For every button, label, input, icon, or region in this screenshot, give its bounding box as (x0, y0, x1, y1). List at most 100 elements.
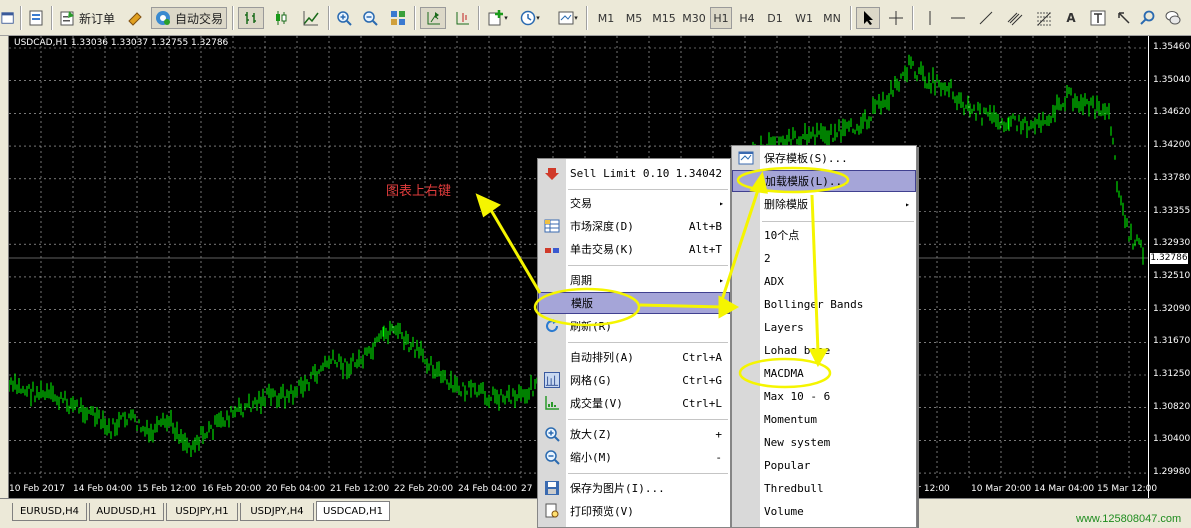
timeframe-h4[interactable]: H4 (736, 7, 758, 29)
menu-item-zoom-in[interactable]: 放大(Z) + (538, 423, 730, 445)
zoom-in-icon[interactable] (332, 7, 356, 29)
timeframe-m1[interactable]: M1 (594, 7, 618, 29)
menu-item-sell-limit[interactable]: Sell Limit 0.10 1.34042 (538, 162, 730, 184)
indicators-icon[interactable]: ▾ (484, 7, 512, 29)
submenu-item-delete-template[interactable]: 删除模版 ▸ (732, 193, 916, 215)
timeframe-m5[interactable]: M5 (622, 7, 646, 29)
cursor-icon[interactable] (856, 7, 880, 29)
menu-item-print-preview[interactable]: 打印预览(V) (538, 500, 730, 522)
watermark: www.125808047.com (1076, 513, 1182, 525)
tab-usdjpy-h1[interactable]: USDJPY,H1 (166, 503, 238, 521)
menu-item-one-click-trading[interactable]: 单击交易(K) Alt+T (538, 238, 730, 260)
window-icon[interactable] (0, 7, 16, 29)
volume-icon (545, 396, 559, 410)
text-label-icon[interactable] (1086, 7, 1110, 29)
submenu-item-template[interactable]: ADX (732, 270, 916, 292)
time-tick-label: 14 Mar 04:00 (1034, 484, 1095, 494)
equidistant-channel-icon[interactable] (1002, 7, 1028, 29)
line-chart-icon[interactable] (298, 7, 324, 29)
print-preview-icon (545, 503, 559, 518)
timeframe-d1[interactable]: D1 (764, 7, 786, 29)
chart-title: USDCAD,H1 1.33036 1.33037 1.32755 1.3278… (14, 38, 229, 48)
market-depth-icon (544, 219, 560, 233)
tile-windows-icon[interactable] (386, 7, 410, 29)
periods-clock-icon[interactable]: ▾ (516, 7, 544, 29)
auto-trade-button[interactable]: 自动交易 (151, 7, 227, 29)
zoom-in-icon (545, 427, 560, 442)
arrow-tool-icon[interactable] (1112, 7, 1136, 29)
submenu-item-save-template[interactable]: 保存模板(S)... (732, 147, 916, 169)
menu-item-zoom-out[interactable]: 缩小(M) - (538, 446, 730, 468)
chart-context-menu: Sell Limit 0.10 1.34042 交易 ▸ 市场深度(D) Alt… (537, 158, 731, 528)
auto-trade-label: 自动交易 (174, 11, 223, 26)
tab-audusd-h1[interactable]: AUDUSD,H1 (89, 503, 164, 521)
time-tick-label: 22 Feb 20:00 (394, 484, 454, 494)
menu-item-period[interactable]: 周期 ▸ (538, 269, 730, 291)
timeframe-w1[interactable]: W1 (792, 7, 816, 29)
timeframe-h1[interactable]: H1 (710, 7, 732, 29)
zoom-out-icon[interactable] (358, 7, 382, 29)
submenu-item-template[interactable]: Thredbull (732, 477, 916, 499)
text-tool-icon[interactable]: A (1060, 7, 1082, 29)
submenu-item-template[interactable]: Lohad base (732, 339, 916, 361)
chart-shift-icon[interactable] (450, 7, 474, 29)
menu-item-save-as-picture[interactable]: 保存为图片(I)... (538, 477, 730, 499)
save-template-icon (738, 151, 754, 165)
submenu-item-template[interactable]: Volume (732, 500, 916, 522)
auto-scroll-icon[interactable] (420, 7, 446, 29)
price-axis: 1.35460 1.35040 1.34620 1.34200 1.33780 1.333… (1148, 36, 1191, 498)
tab-usdcad-h1[interactable]: USDCAD,H1 (316, 501, 390, 521)
submenu-item-template-macdma[interactable]: MACDMA (732, 362, 916, 384)
history-center-icon[interactable] (25, 7, 47, 29)
submenu-item-template[interactable]: Max 10 - 6 (732, 385, 916, 407)
menu-item-refresh[interactable]: 刷新(R) (538, 315, 730, 337)
submenu-item-template[interactable]: 10个点 (732, 224, 916, 246)
time-tick-label: 16 Feb 20:00 (202, 484, 262, 494)
main-toolbar: 新订单 自动交易 ▾ ▾ ▾ M1 M5 M15 M30 H1 H4 D1 W1… (0, 0, 1191, 36)
chat-icon[interactable] (1160, 7, 1186, 29)
menu-item-volume[interactable]: 成交量(V) Ctrl+L (538, 392, 730, 414)
menu-item-market-depth[interactable]: 市场深度(D) Alt+B (538, 215, 730, 237)
tab-eurusd-h4[interactable]: EURUSD,H4 (12, 503, 87, 521)
price-tick-label: 1.32510 (1153, 270, 1191, 281)
bar-chart-icon[interactable] (238, 7, 264, 29)
new-order-button[interactable]: 新订单 (56, 7, 118, 29)
crosshair-icon[interactable] (884, 7, 908, 29)
menu-item-auto-arrange[interactable]: 自动排列(A) Ctrl+A (538, 346, 730, 368)
menu-item-grid[interactable]: 网格(G) Ctrl+G (538, 369, 730, 391)
submenu-item-template[interactable]: Bollinger Bands (732, 293, 916, 315)
submenu-arrow-icon: ▸ (719, 198, 724, 208)
price-tick-label: 1.33355 (1153, 205, 1191, 216)
submenu-item-template[interactable]: Layers (732, 316, 916, 338)
new-order-label: 新订单 (78, 11, 115, 26)
timeframe-m15[interactable]: M15 (650, 7, 678, 29)
menu-item-trade[interactable]: 交易 ▸ (538, 192, 730, 214)
fibonacci-icon[interactable] (1032, 7, 1056, 29)
trendline-icon[interactable] (974, 7, 998, 29)
horizontal-line-icon[interactable] (946, 7, 970, 29)
timeframe-mn[interactable]: MN (820, 7, 844, 29)
price-tick-label: 1.31670 (1153, 336, 1191, 347)
templates-icon[interactable]: ▾ (554, 7, 582, 29)
tab-usdjpy-h4[interactable]: USDJPY,H4 (240, 503, 314, 521)
vertical-line-icon[interactable] (918, 7, 942, 29)
submenu-item-template[interactable]: 2 (732, 247, 916, 269)
time-tick-label: 24 Feb 04:00 (458, 484, 518, 494)
search-icon[interactable] (1136, 7, 1158, 29)
left-panel-edge (0, 36, 9, 498)
submenu-item-load-template[interactable]: 加载模版(L)... (732, 170, 916, 192)
submenu-item-template[interactable]: New system (732, 431, 916, 453)
submenu-arrow-icon: ▸ (718, 298, 723, 308)
candlestick-icon[interactable] (268, 7, 294, 29)
submenu-item-template[interactable]: Momentum (732, 408, 916, 430)
price-tick-label: 1.34200 (1153, 140, 1191, 151)
metaeditor-icon[interactable] (124, 7, 146, 29)
timeframe-m30[interactable]: M30 (680, 7, 708, 29)
menu-item-template[interactable]: 模版 ▸ (538, 292, 730, 314)
save-picture-icon (545, 481, 559, 495)
submenu-item-template[interactable]: Popular (732, 454, 916, 476)
grid-icon (544, 372, 560, 388)
price-tick-label: 1.31250 (1153, 369, 1191, 379)
one-click-trading-icon (545, 248, 559, 253)
price-tick-label: 1.30820 (1153, 401, 1191, 412)
